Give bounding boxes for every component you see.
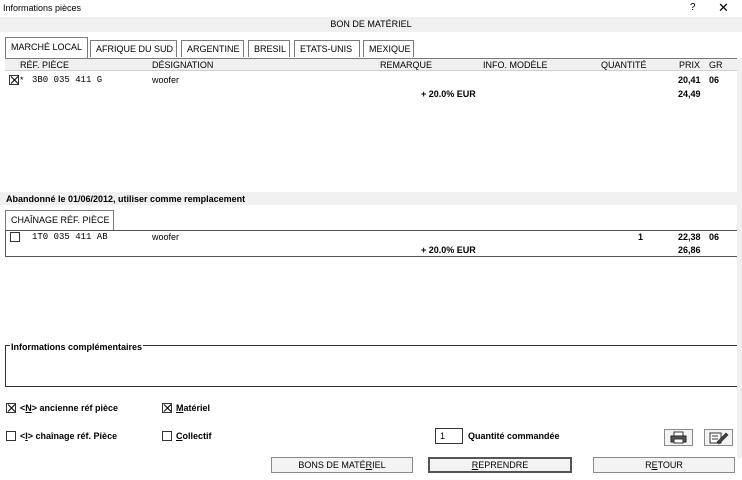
col-gr[interactable]: GR [709,60,723,70]
row-designation: woofer [152,75,180,85]
bons-de-materiel-button[interactable]: BONS DE MATÉRIEL [271,457,413,473]
title-bar: Informations pièces ? ✕ [0,0,742,17]
row-ref: 3B0 035 411 G [32,75,103,85]
row-tax-label: + 20.0% EUR [421,89,476,99]
chainage-label: <I> chaînage réf. Pièce [20,431,118,441]
collectif-checkbox[interactable] [162,431,172,441]
chain-prix-ttc: 26,86 [678,245,701,255]
col-remarque[interactable]: REMARQUE [380,60,432,70]
info-label: Informations complémentaires [10,342,144,352]
col-info-modele[interactable]: INFO. MODÈLE [483,60,548,70]
edit-button[interactable] [704,429,733,446]
tab-label: MARCHÉ LOCAL [11,42,83,52]
close-button[interactable]: ✕ [718,0,729,16]
tab-label: CHAÎNAGE RÉF. PIÈCE [11,215,110,225]
help-button[interactable]: ? [690,2,696,13]
materiel-label: Matériel [176,403,211,413]
tab-argentine[interactable]: ARGENTINE [181,40,244,57]
chain-ref: 1T0 035 411 AB [32,232,108,242]
tab-etats-unis[interactable]: ETATS-UNIS [294,40,360,57]
page-title: BON DE MATÉRIEL [330,19,412,29]
ancienne-checkbox[interactable] [6,403,16,413]
tab-afrique-du-sud[interactable]: AFRIQUE DU SUD [90,40,177,57]
notice-text: Abandonné le 01/06/2012, utiliser comme … [6,194,246,204]
col-quantite[interactable]: QUANTITÉ [601,60,647,70]
retour-button[interactable]: RETOUR [593,457,735,473]
row-marker: * [20,75,24,85]
chainage-checkbox[interactable] [6,431,16,441]
chain-gr: 06 [709,232,720,242]
quantity-input[interactable]: 1 [435,428,463,444]
reprendre-button[interactable]: REPRENDRE [428,457,572,473]
table-row[interactable]: * 3B0 035 411 G woofer 20,41 06 + 20.0% … [5,73,738,101]
printer-icon [670,431,687,444]
print-button[interactable] [664,429,693,446]
row-prix: 20,41 [678,75,701,85]
chain-designation: woofer [152,232,180,242]
edit-icon [709,432,729,445]
row-select-checkbox[interactable] [9,75,19,85]
tab-bresil[interactable]: BRESIL [248,40,290,57]
ancienne-label: <N> ancienne réf pièce [20,403,119,413]
col-prix[interactable]: PRIX [679,60,700,70]
table-header: RÉF. PIÈCE DÉSIGNATION REMARQUE INFO. MO… [5,58,738,71]
quantity-label: Quantité commandée [468,431,560,441]
row-gr: 06 [709,75,720,85]
materiel-checkbox[interactable] [162,403,172,413]
tab-label: AFRIQUE DU SUD [96,44,174,54]
tab-label: ARGENTINE [187,44,240,54]
header-bar: BON DE MATÉRIEL [0,17,742,32]
chain-select-checkbox[interactable] [10,232,20,242]
scrollbar[interactable] [737,58,742,458]
chain-tax-label: + 20.0% EUR [421,245,476,255]
tab-label: MEXIQUE [369,44,411,54]
row-prix-ttc: 24,49 [678,89,701,99]
chain-prix: 22,38 [678,232,701,242]
tab-label: ETATS-UNIS [300,44,353,54]
col-designation[interactable]: DÉSIGNATION [152,60,213,70]
replacement-notice: Abandonné le 01/06/2012, utiliser comme … [0,192,742,205]
tab-label: BRESIL [254,44,287,54]
tab-chainage[interactable]: CHAÎNAGE RÉF. PIÈCE [5,210,114,231]
tab-marche-local[interactable]: MARCHÉ LOCAL [5,37,88,58]
col-ref[interactable]: RÉF. PIÈCE [20,60,69,70]
window-title: Informations pièces [3,3,82,13]
tab-mexique[interactable]: MEXIQUE [363,40,414,57]
collectif-label: Collectif [176,431,212,441]
chain-quantite: 1 [638,232,644,242]
table-row[interactable]: 1T0 035 411 AB woofer 1 22,38 06 + 20.0%… [5,231,738,257]
